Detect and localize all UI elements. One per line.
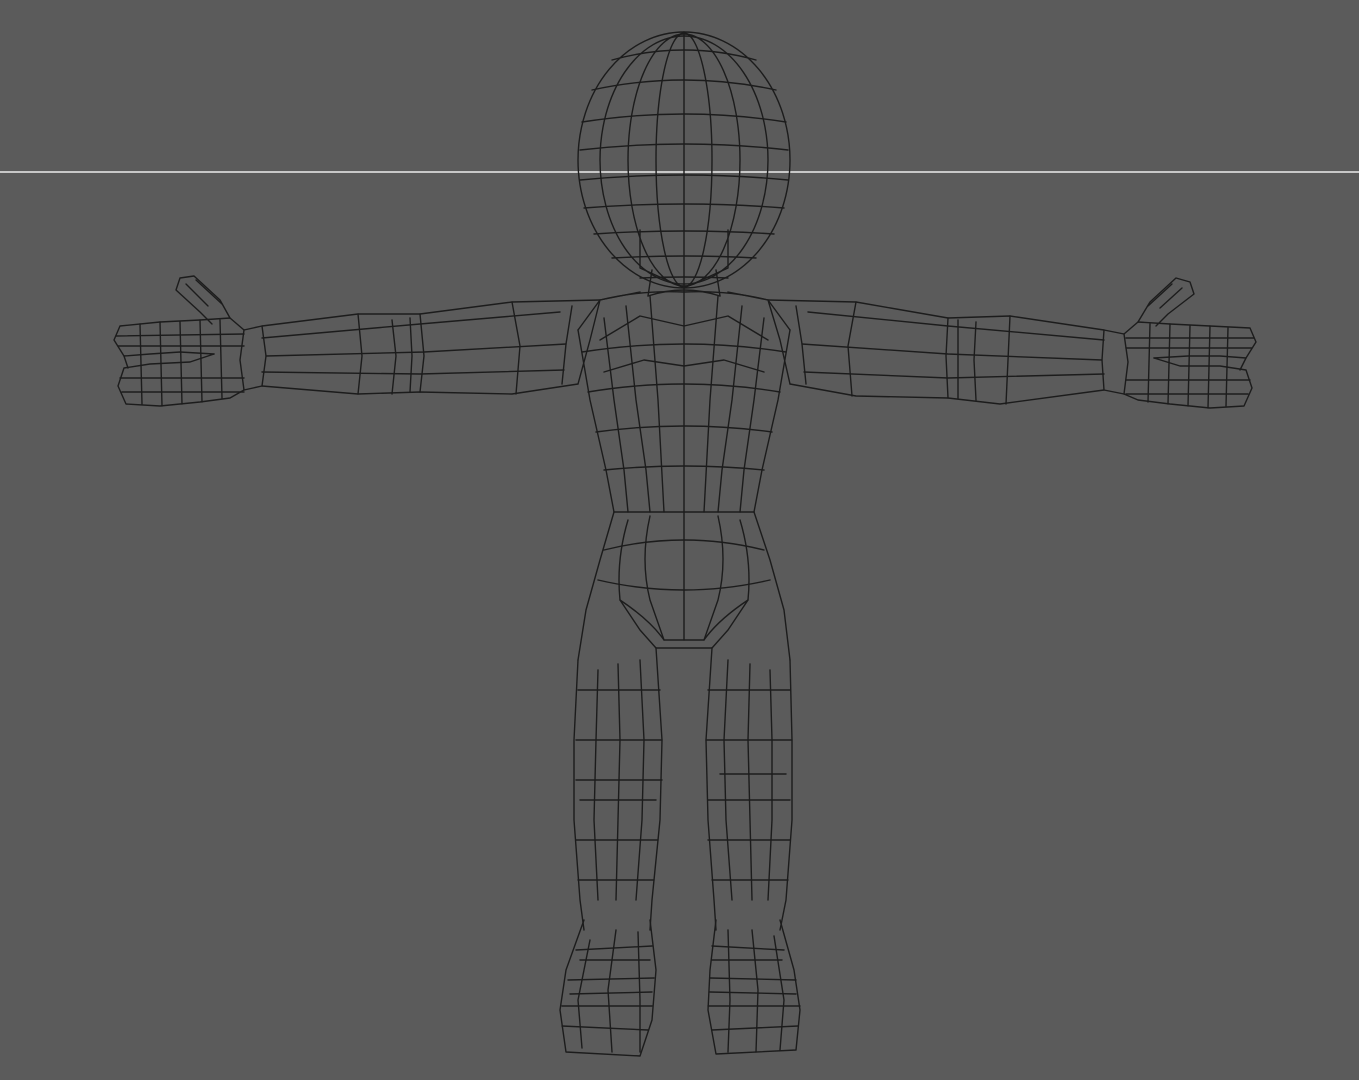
3d-viewport[interactable] [0,0,1359,1080]
viewport-canvas[interactable] [0,0,1359,1080]
